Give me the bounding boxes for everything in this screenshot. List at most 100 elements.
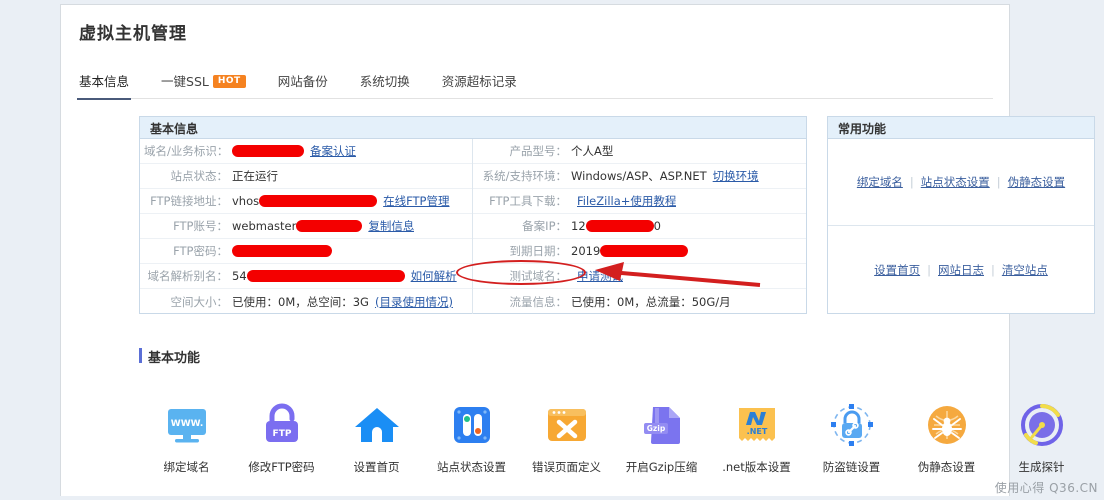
info-row-label: 域名/业务标识： bbox=[144, 144, 229, 158]
tab-label: 资源超标记录 bbox=[441, 74, 517, 89]
info-row-value: 12 0 bbox=[571, 219, 661, 233]
info-row: 系统/支持环境： Windows/ASP、ASP.NET 切换环境 bbox=[473, 164, 806, 189]
info-row-value: 已使用：0M，总空间：3G (目录使用情况) bbox=[232, 294, 453, 310]
svg-text:.NET: .NET bbox=[746, 427, 767, 436]
svg-text:WWW.: WWW. bbox=[170, 419, 202, 429]
common-function-link[interactable]: 设置首页 bbox=[874, 262, 920, 278]
function-item-8[interactable]: 伪静态设置 bbox=[899, 397, 994, 475]
info-row-link[interactable]: 如何解析 bbox=[411, 268, 457, 284]
tab-label: 基本信息 bbox=[79, 74, 130, 89]
function-item-label: 修改FTP密码 bbox=[248, 460, 315, 474]
info-row-link[interactable]: (目录使用情况) bbox=[375, 294, 453, 310]
basic-info-panel: 基本信息 域名/业务标识： 备案认证站点状态： 正在运行 FTP链接地址： vhos 在线… bbox=[139, 116, 807, 314]
spider-icon bbox=[899, 397, 994, 453]
info-row-value: 备案认证 bbox=[232, 143, 356, 159]
svg-text:FTP: FTP bbox=[272, 429, 291, 439]
info-row-label: 流量信息： bbox=[509, 294, 568, 309]
hotlink-lock-icon bbox=[804, 397, 899, 453]
info-row: 域名解析别名： 54 如何解析 bbox=[140, 264, 472, 289]
redacted-value bbox=[232, 245, 332, 257]
monitor-www-icon: WWW. bbox=[139, 397, 234, 453]
info-value-text: 2019 bbox=[571, 244, 601, 258]
info-row-value: 申请测试 bbox=[571, 268, 623, 284]
function-item-label: 开启Gzip压缩 bbox=[625, 460, 698, 474]
info-row-link[interactable]: 复制信息 bbox=[368, 218, 414, 234]
tab-1[interactable]: 一键SSL HOT bbox=[161, 71, 246, 99]
common-function-link[interactable]: 清空站点 bbox=[1002, 262, 1048, 278]
home-icon bbox=[329, 397, 424, 453]
tab-label: 一键SSL bbox=[161, 74, 209, 89]
function-item-9[interactable]: 生成探针 bbox=[994, 397, 1089, 475]
link-separator: | bbox=[991, 262, 995, 277]
common-function-link[interactable]: 伪静态设置 bbox=[1008, 174, 1066, 190]
info-row-link[interactable]: 切换环境 bbox=[713, 168, 759, 184]
info-row-label: 空间大小： bbox=[170, 294, 229, 309]
info-row-label: 站点状态： bbox=[170, 169, 229, 183]
gauge-probe-icon bbox=[994, 397, 1089, 453]
common-function-link[interactable]: 绑定域名 bbox=[857, 174, 903, 190]
function-item-6[interactable]: .NET .net版本设置 bbox=[709, 397, 804, 475]
function-item-3[interactable]: 站点状态设置 bbox=[424, 397, 519, 475]
info-value-text: 54 bbox=[232, 269, 247, 283]
info-row-value bbox=[232, 245, 332, 257]
basic-info-panel-title: 基本信息 bbox=[140, 117, 806, 139]
tab-4[interactable]: 资源超标记录 bbox=[442, 71, 517, 99]
info-row-label: FTP链接地址： bbox=[150, 194, 228, 208]
function-item-label: 错误页面定义 bbox=[532, 460, 601, 474]
info-row-value: webmaster 复制信息 bbox=[232, 218, 414, 234]
function-item-4[interactable]: 错误页面定义 bbox=[519, 397, 614, 475]
info-row-label: 系统/支持环境： bbox=[482, 169, 567, 183]
redacted-value bbox=[232, 145, 304, 157]
function-item-label: 生成探针 bbox=[1018, 460, 1065, 474]
page-title: 虚拟主机管理 bbox=[79, 24, 187, 44]
redacted-value bbox=[246, 270, 405, 282]
function-item-7[interactable]: 防盗链设置 bbox=[804, 397, 899, 475]
info-row: 流量信息： 已使用：0M，总流量：50G/月 bbox=[473, 289, 806, 314]
info-row: FTP链接地址： vhos 在线FTP管理 bbox=[140, 189, 472, 214]
info-row: 空间大小： 已使用：0M，总空间：3G (目录使用情况) bbox=[140, 289, 472, 314]
link-separator: | bbox=[909, 175, 914, 189]
basic-functions-title: 基本功能 bbox=[139, 347, 200, 366]
info-value-text: webmaster bbox=[232, 219, 297, 233]
tab-0[interactable]: 基本信息 bbox=[76, 71, 132, 100]
function-item-label: 伪静态设置 bbox=[917, 460, 976, 474]
toggle-status-icon bbox=[424, 397, 519, 453]
info-row-link[interactable]: 备案认证 bbox=[310, 143, 356, 159]
info-row-value: FileZilla+使用教程 bbox=[571, 193, 676, 209]
info-row-link[interactable]: FileZilla+使用教程 bbox=[577, 193, 676, 209]
info-row-label: FTP工具下载： bbox=[489, 194, 567, 208]
info-row-link[interactable]: 在线FTP管理 bbox=[383, 193, 449, 209]
tab-3[interactable]: 系统切换 bbox=[360, 71, 410, 99]
function-item-label: .net版本设置 bbox=[722, 460, 791, 474]
link-separator: | bbox=[996, 175, 1001, 189]
info-right-column: 产品型号： 个人A型 系统/支持环境： Windows/ASP、ASP.NET 切换环境… bbox=[473, 139, 806, 314]
info-row-value: 已使用：0M，总流量：50G/月 bbox=[571, 294, 731, 310]
function-item-0[interactable]: WWW. 绑定域名 bbox=[139, 397, 234, 475]
hot-badge: HOT bbox=[212, 75, 246, 88]
info-row-value: 54 如何解析 bbox=[232, 268, 457, 284]
function-item-1[interactable]: FTP 修改FTP密码 bbox=[234, 397, 329, 475]
function-item-5[interactable]: Gzip 开启Gzip压缩 bbox=[614, 397, 709, 475]
redacted-value bbox=[259, 195, 378, 207]
function-item-2[interactable]: 设置首页 bbox=[329, 397, 424, 475]
window-error-icon bbox=[519, 397, 614, 453]
info-row: 域名/业务标识： 备案认证 bbox=[140, 139, 472, 164]
info-value-text: 正在运行 bbox=[232, 169, 278, 183]
common-functions-title: 常用功能 bbox=[828, 117, 1094, 139]
info-value-text: 已使用：0M，总流量：50G/月 bbox=[571, 294, 731, 309]
info-row: 备案IP： 12 0 bbox=[473, 214, 806, 239]
tab-bar: 基本信息 一键SSL HOT 网站备份 系统切换 资源超标记录 bbox=[76, 71, 993, 100]
info-row-value: vhos 在线FTP管理 bbox=[232, 193, 450, 209]
lock-ftp-icon: FTP bbox=[234, 397, 329, 453]
info-row: 测试域名： 申请测试 bbox=[473, 264, 806, 289]
info-row-value: 个人A型 bbox=[571, 143, 613, 159]
common-function-link[interactable]: 网站日志 bbox=[938, 262, 984, 278]
redacted-value bbox=[600, 245, 689, 257]
info-row-link[interactable]: 申请测试 bbox=[577, 268, 623, 284]
info-row-label: 测试域名： bbox=[509, 269, 568, 283]
info-row-value: 2019 bbox=[571, 244, 689, 258]
redacted-value bbox=[585, 220, 654, 232]
basic-functions-grid: WWW. 绑定域名 FTP 修改FTP密码 设置首页 站点状态设置 错误页面定义 Gzip 开启… bbox=[139, 397, 1095, 475]
common-function-link[interactable]: 站点状态设置 bbox=[921, 174, 990, 190]
tab-2[interactable]: 网站备份 bbox=[278, 71, 328, 99]
